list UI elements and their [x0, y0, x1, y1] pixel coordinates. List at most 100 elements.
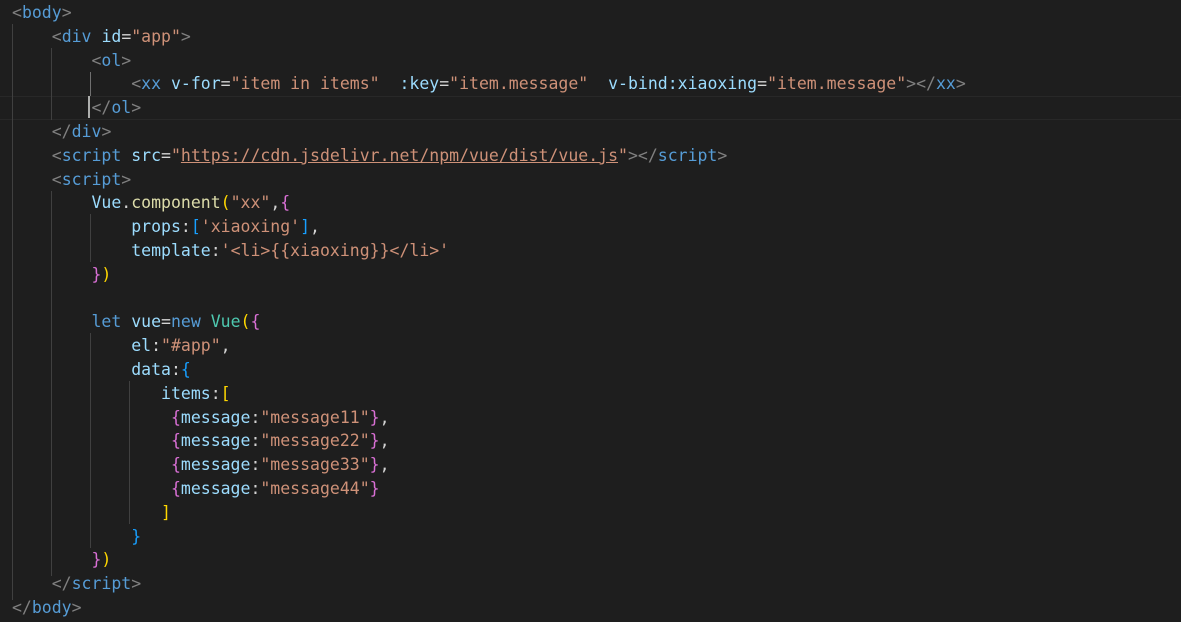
- code-token: script: [657, 145, 718, 165]
- code-token: </: [51, 574, 72, 594]
- code-token: ]: [300, 217, 311, 237]
- code-token: >: [180, 26, 191, 46]
- code-token: >: [131, 574, 142, 594]
- code-token: ,: [220, 336, 231, 356]
- code-token: id: [101, 26, 122, 46]
- code-line[interactable]: <xx v-for="item in items" :key="item.mes…: [0, 72, 1181, 96]
- code-line[interactable]: {message:"message33"},: [0, 453, 1181, 477]
- code-line-text: <xx v-for="item in items" :key="item.mes…: [12, 72, 966, 96]
- code-token: ,: [379, 455, 390, 475]
- code-token: ]: [161, 502, 171, 522]
- code-token: }: [131, 526, 142, 546]
- code-token: Vue: [91, 193, 122, 213]
- code-token: >: [71, 598, 82, 617]
- code-token: data: [131, 360, 171, 379]
- code-token: {: [170, 479, 181, 498]
- code-token: ></: [627, 145, 658, 165]
- code-line[interactable]: </ol>: [0, 96, 1181, 120]
- code-token: "item in items": [230, 74, 380, 94]
- code-token: [: [190, 217, 201, 237]
- code-line-text: let vue=new Vue({: [12, 310, 260, 334]
- code-token: {: [170, 431, 181, 451]
- code-line[interactable]: }): [0, 263, 1181, 287]
- code-line[interactable]: let vue=new Vue({: [0, 310, 1181, 334]
- code-token: body: [31, 598, 72, 617]
- code-token: script: [61, 169, 122, 189]
- code-token: items: [161, 383, 211, 403]
- code-token: ,: [379, 407, 390, 427]
- indent-guide: [12, 24, 13, 600]
- code-token: ,: [310, 217, 320, 237]
- code-token: <: [91, 50, 102, 70]
- code-line[interactable]: ]: [0, 501, 1181, 525]
- code-token: 'xiaoxing': [200, 217, 301, 237]
- code-token: {: [280, 193, 291, 213]
- code-token: >: [101, 122, 112, 141]
- code-token: ,: [379, 431, 390, 451]
- code-token: div: [61, 26, 92, 46]
- code-line[interactable]: </div>: [0, 120, 1181, 144]
- code-token: {: [180, 360, 191, 379]
- code-token: script: [71, 574, 132, 594]
- text-cursor: [88, 96, 90, 118]
- code-line[interactable]: {message:"message22"},: [0, 429, 1181, 453]
- code-line-text: </div>: [12, 120, 112, 144]
- indent-guide: [90, 333, 91, 548]
- code-line[interactable]: </script>: [0, 572, 1181, 596]
- code-token: :: [210, 241, 221, 260]
- code-token: "item.message": [767, 74, 907, 94]
- code-line[interactable]: <body>: [0, 1, 1181, 25]
- code-line-text: data:{: [12, 358, 191, 382]
- code-line[interactable]: [0, 287, 1181, 311]
- code-token: :key: [399, 74, 440, 94]
- code-token: <: [12, 3, 22, 22]
- code-editor[interactable]: <body> <div id="app"> <ol> <xx v-for="it…: [0, 0, 1181, 622]
- code-line[interactable]: </body>: [0, 596, 1181, 620]
- indent-guide: [129, 381, 130, 524]
- code-line[interactable]: items:[: [0, 382, 1181, 406]
- indent-guide-active: [90, 72, 91, 96]
- code-token: <: [51, 26, 62, 46]
- code-line[interactable]: template:'<li>{{xiaoxing}}</li>': [0, 239, 1181, 263]
- code-line[interactable]: {message:"message11"},: [0, 406, 1181, 430]
- code-line[interactable]: <ol>: [0, 49, 1181, 73]
- code-line[interactable]: data:{: [0, 358, 1181, 382]
- code-line-text: ]: [12, 501, 171, 525]
- code-token: ></: [906, 74, 936, 94]
- code-line[interactable]: el:"#app",: [0, 334, 1181, 358]
- code-token: =: [161, 145, 171, 165]
- code-line[interactable]: <div id="app">: [0, 25, 1181, 49]
- code-token: el: [131, 336, 152, 356]
- code-line[interactable]: Vue.component("xx",{: [0, 191, 1181, 215]
- code-token: }: [91, 550, 102, 570]
- indent-guide: [90, 214, 91, 262]
- code-token: }: [369, 479, 380, 498]
- code-line-text: template:'<li>{{xiaoxing}}</li>': [12, 239, 449, 263]
- code-line-text: <div id="app">: [12, 25, 191, 49]
- code-line-text: }: [12, 525, 141, 549]
- code-line[interactable]: <script src="https://cdn.jsdelivr.net/np…: [0, 144, 1181, 168]
- code-token: vue: [131, 312, 162, 332]
- code-line-text: }): [12, 548, 111, 572]
- code-line[interactable]: props:['xiaoxing'],: [0, 215, 1181, 239]
- code-token: }: [91, 264, 102, 284]
- code-token: template: [131, 241, 211, 260]
- code-token: div: [71, 122, 102, 141]
- code-token: ol: [101, 50, 122, 70]
- code-token: v-for: [170, 74, 221, 94]
- code-line[interactable]: {message:"message44"}: [0, 477, 1181, 501]
- code-line[interactable]: <script>: [0, 168, 1181, 192]
- code-token: [: [220, 383, 231, 403]
- code-token: {: [170, 407, 181, 427]
- code-line[interactable]: }): [0, 548, 1181, 572]
- code-line-text: </body>: [12, 596, 82, 620]
- code-line[interactable]: }: [0, 525, 1181, 549]
